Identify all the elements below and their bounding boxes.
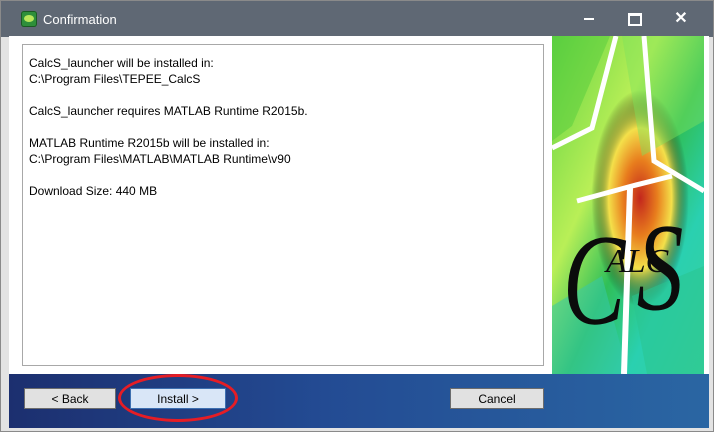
minimize-icon bbox=[584, 18, 594, 20]
runtime-requirement-text: CalcS_launcher requires MATLAB Runtime R… bbox=[29, 104, 308, 118]
runtime-location-label: MATLAB Runtime R2015b will be installed … bbox=[29, 136, 270, 150]
maximize-button[interactable] bbox=[613, 1, 657, 37]
runtime-location-path: C:\Program Files\MATLAB\MATLAB Runtime\v… bbox=[29, 152, 291, 166]
cancel-button[interactable]: Cancel bbox=[450, 388, 544, 409]
calcs-app-icon bbox=[21, 11, 37, 27]
install-summary-text: CalcS_launcher will be installed in: C:\… bbox=[29, 55, 308, 199]
maximize-icon bbox=[628, 12, 642, 26]
minimize-button[interactable] bbox=[567, 1, 611, 37]
title-bar: Confirmation ✕ bbox=[1, 1, 713, 37]
close-button[interactable]: ✕ bbox=[659, 1, 703, 37]
calcs-logo-graphic: C ALC S bbox=[552, 36, 704, 374]
window-title: Confirmation bbox=[43, 12, 117, 27]
download-size-text: Download Size: 440 MB bbox=[29, 184, 158, 198]
logo-letter-s: S bbox=[637, 199, 684, 337]
back-button[interactable]: < Back bbox=[24, 388, 116, 409]
install-summary-box: CalcS_launcher will be installed in: C:\… bbox=[22, 44, 544, 366]
install-button[interactable]: Install > bbox=[130, 388, 226, 409]
close-icon: ✕ bbox=[674, 10, 688, 27]
calcs-logo-art: C ALC S bbox=[552, 36, 704, 374]
install-location-path: C:\Program Files\TEPEE_CalcS bbox=[29, 72, 201, 86]
install-location-label: CalcS_launcher will be installed in: bbox=[29, 56, 214, 70]
